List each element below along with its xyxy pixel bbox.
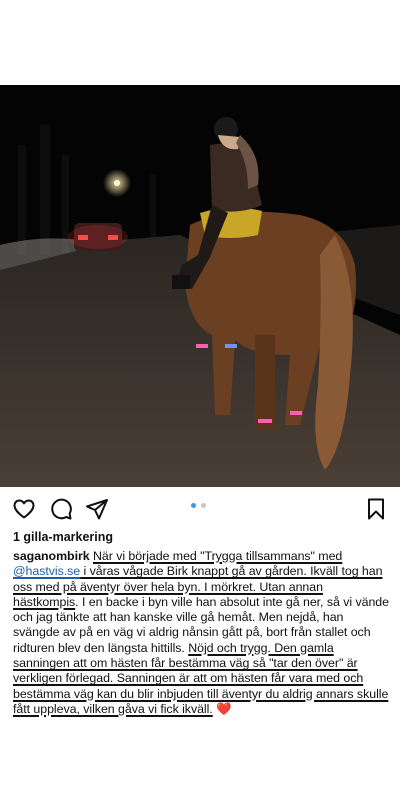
post-photo[interactable]	[0, 85, 400, 487]
save-button[interactable]	[364, 497, 388, 521]
carousel-indicator	[191, 503, 206, 508]
paper-plane-icon	[86, 499, 108, 520]
share-button[interactable]	[85, 497, 109, 521]
carousel-dot-1	[191, 503, 196, 508]
likes-count[interactable]: 1 gilla-markering	[13, 530, 113, 544]
night-horse-photo	[0, 85, 400, 487]
speech-bubble-icon	[51, 498, 72, 520]
like-button[interactable]	[12, 497, 36, 521]
heart-outline-icon	[13, 499, 35, 519]
mention-link[interactable]: @hastvis.se	[13, 564, 80, 578]
caption-text-underlined-1: När vi började med "Trygga tillsammans" …	[92, 549, 343, 563]
post-caption: saganombirk När vi började med "Trygga t…	[13, 549, 391, 717]
heart-emoji: ❤️	[216, 701, 232, 716]
username-link[interactable]: saganombirk	[13, 549, 90, 563]
comment-button[interactable]	[49, 497, 73, 521]
bookmark-icon	[368, 498, 384, 520]
carousel-dot-2	[201, 503, 206, 508]
top-blank-area	[0, 0, 400, 85]
